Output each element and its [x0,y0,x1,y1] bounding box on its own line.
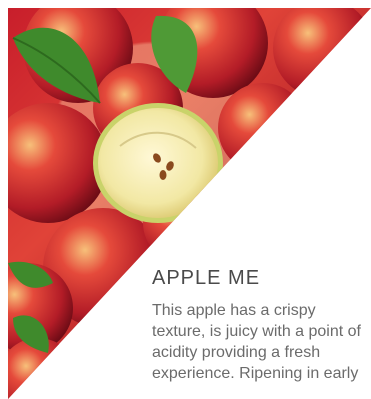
card-description: This apple has a crispy texture, is juic… [152,302,361,382]
card-title: APPLE ME [152,267,261,289]
half-apple [93,103,223,223]
card-content: APPLE ME This apple has a crispy texture… [152,266,367,384]
product-card: APPLE ME This apple has a crispy texture… [0,0,371,399]
